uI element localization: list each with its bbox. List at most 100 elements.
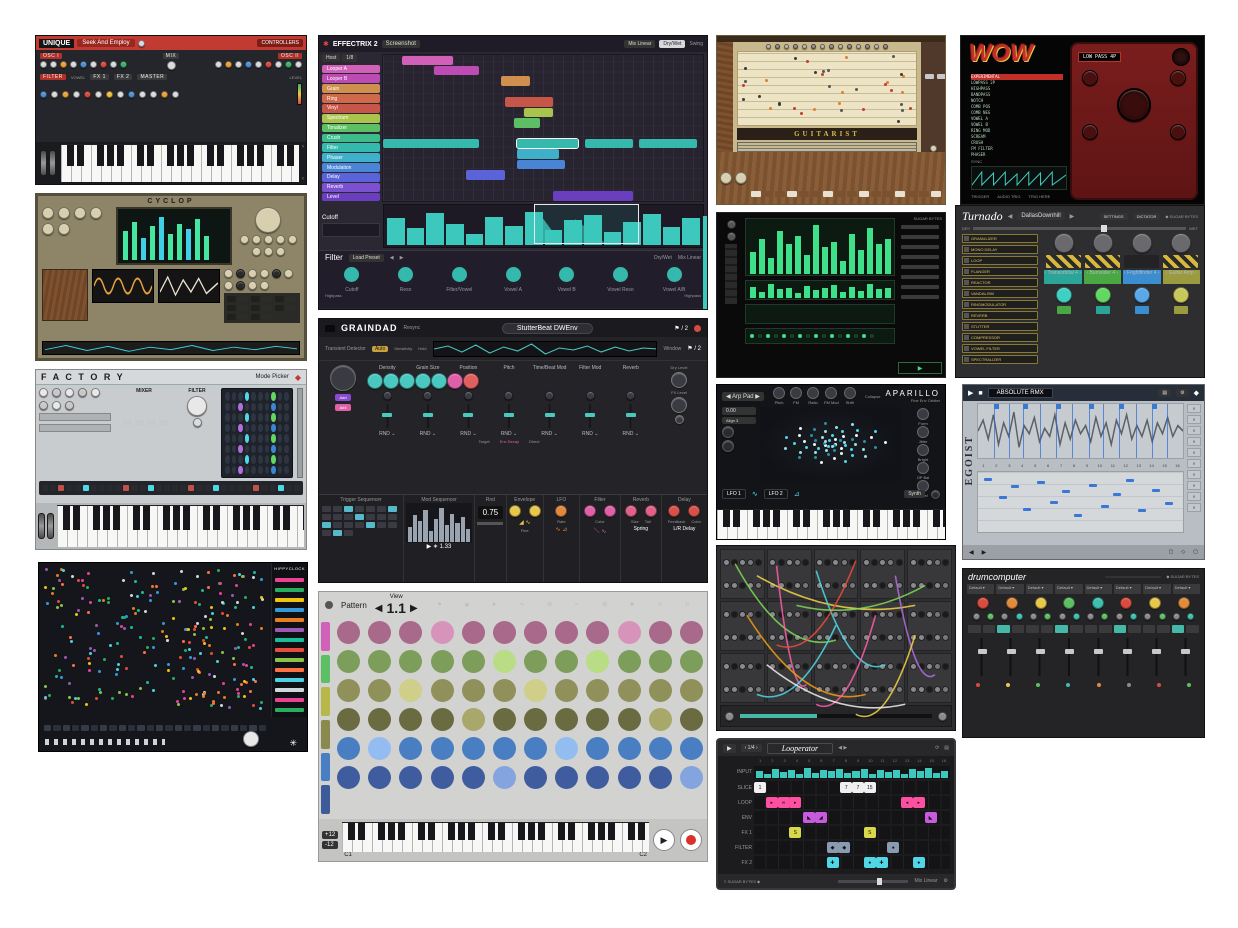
module-knob[interactable]: [934, 663, 941, 670]
fx2-row[interactable]: ✚●✚●: [754, 856, 950, 869]
row-tag[interactable]: [321, 655, 330, 684]
module-knob[interactable]: [871, 663, 878, 670]
preset-row[interactable]: [275, 708, 304, 712]
velocity-bar[interactable]: [822, 288, 828, 298]
mute-cell[interactable]: ✕: [1187, 459, 1201, 468]
lfo2-box[interactable]: LFO 2: [764, 489, 788, 499]
matrix-cell[interactable]: [245, 413, 250, 422]
slot-pad-3[interactable]: [1135, 306, 1149, 314]
grain-knob-small[interactable]: [464, 391, 473, 400]
step-button[interactable]: [1070, 625, 1083, 633]
typewriter-key[interactable]: [883, 44, 888, 49]
pitch-bar[interactable]: [840, 261, 846, 275]
sequence-block[interactable]: [553, 191, 633, 200]
env-cell[interactable]: ◣: [925, 812, 937, 823]
pitch-bar[interactable]: [768, 258, 774, 274]
mute-dot[interactable]: [1187, 683, 1191, 687]
delay-color-knob[interactable]: [688, 505, 700, 517]
step-button[interactable]: [983, 625, 996, 633]
fx-knob[interactable]: [117, 91, 124, 98]
grain-knob[interactable]: [383, 373, 399, 389]
effect-item[interactable]: FLANGER: [962, 267, 1038, 276]
gate-bar[interactable]: [643, 214, 661, 245]
pad-cell[interactable]: [524, 650, 547, 673]
osc-knob[interactable]: [65, 401, 74, 410]
module-knob[interactable]: [879, 634, 886, 641]
mod-dot[interactable]: [798, 334, 802, 338]
module-knob[interactable]: [942, 582, 949, 589]
string-step[interactable]: [775, 191, 785, 197]
effect-item[interactable]: LOOP: [962, 256, 1038, 265]
module-knob[interactable]: [731, 611, 738, 618]
pad-cell[interactable]: [586, 766, 609, 789]
step-button[interactable]: [1041, 625, 1054, 633]
module-knob[interactable]: [747, 559, 754, 566]
env-cell[interactable]: ◢: [815, 812, 827, 823]
effect-item[interactable]: STUTTER: [962, 322, 1038, 331]
loop-cell[interactable]: ▸: [766, 797, 778, 808]
module-knob[interactable]: [769, 634, 776, 641]
module-knob[interactable]: [896, 582, 903, 589]
module-knob[interactable]: [824, 559, 831, 566]
osc-knob[interactable]: [52, 388, 61, 397]
mute-dot[interactable]: [1157, 683, 1161, 687]
arp-step[interactable]: [164, 485, 170, 491]
arp-step[interactable]: [261, 485, 267, 491]
module-knob[interactable]: [769, 663, 776, 670]
preset-row[interactable]: [275, 588, 304, 592]
sequencer-grid[interactable]: [382, 54, 704, 202]
module-knob[interactable]: [794, 686, 801, 693]
step-mark[interactable]: [999, 496, 1007, 499]
pad-cell[interactable]: [555, 766, 578, 789]
trigger-cell[interactable]: [333, 514, 342, 520]
fx-knob[interactable]: [139, 91, 146, 98]
right-knob[interactable]: Bright: [906, 444, 940, 462]
pitch-bar[interactable]: [786, 244, 792, 274]
velocity-bar[interactable]: [831, 285, 837, 298]
top-knob[interactable]: Pitch: [773, 387, 785, 405]
play-button[interactable]: ▶: [723, 744, 736, 753]
pad-cell[interactable]: [431, 679, 454, 702]
module-knob[interactable]: [786, 559, 793, 566]
module-knob[interactable]: [887, 663, 894, 670]
pad-cell[interactable]: [493, 650, 516, 673]
matrix-cell[interactable]: [251, 392, 256, 401]
channel-select[interactable]: Default ▾: [1114, 584, 1141, 594]
pad-cell[interactable]: [462, 737, 485, 760]
pad-cell[interactable]: [462, 650, 485, 673]
osc1-knob[interactable]: [50, 61, 57, 68]
trigger-cell[interactable]: [388, 522, 397, 528]
tool-icon-2[interactable]: ◇: [1181, 549, 1185, 555]
matrix-cell[interactable]: [232, 413, 237, 422]
osc-knob[interactable]: [78, 388, 87, 397]
slot-label[interactable]: ‹ Guitar Amp ›: [1163, 270, 1201, 284]
right-knob[interactable]: Jitter: [906, 426, 940, 444]
matrix-cell[interactable]: [238, 455, 243, 464]
module-knob[interactable]: [824, 582, 831, 589]
slice-number[interactable]: 15: [1158, 463, 1171, 468]
channel-knob-small[interactable]: [1187, 613, 1194, 620]
module-knob[interactable]: [926, 686, 933, 693]
arp-step[interactable]: [180, 485, 186, 491]
pad-button[interactable]: [275, 305, 284, 311]
load-preset-button[interactable]: Load Preset: [349, 254, 384, 262]
pitch-sequencer-lcd[interactable]: [745, 218, 895, 276]
pad-cell[interactable]: [586, 679, 609, 702]
module-knob[interactable]: [863, 686, 870, 693]
module-knob[interactable]: [832, 611, 839, 618]
module-knob[interactable]: [747, 686, 754, 693]
module-knob[interactable]: [778, 582, 785, 589]
osc1-knob[interactable]: [120, 61, 127, 68]
step-mark[interactable]: [1113, 493, 1121, 496]
step-button[interactable]: [1085, 625, 1098, 633]
reso-knob[interactable]: [1082, 124, 1098, 140]
effect-row[interactable]: Filter: [322, 143, 380, 152]
pad-cell[interactable]: [680, 621, 703, 644]
module-knob[interactable]: [739, 686, 746, 693]
module-knob[interactable]: [918, 611, 925, 618]
grain-knob-small[interactable]: [626, 391, 635, 400]
arp-step[interactable]: [188, 485, 194, 491]
matrix-cell[interactable]: [258, 403, 263, 412]
channel-knob-small[interactable]: [987, 613, 994, 620]
output-knob-2[interactable]: [938, 712, 947, 721]
